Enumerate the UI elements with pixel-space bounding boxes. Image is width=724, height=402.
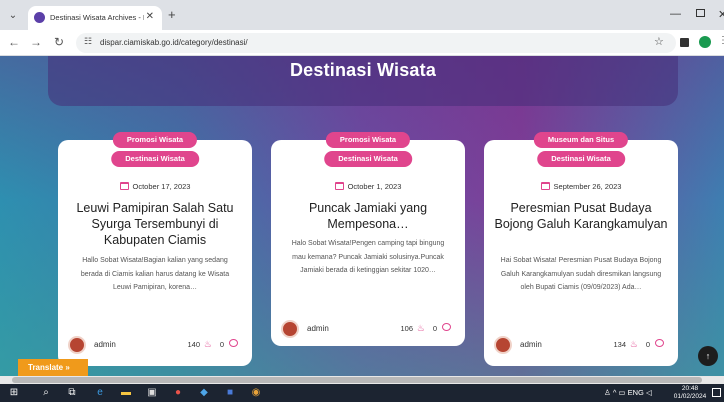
post-date-text: October 1, 2023: [347, 182, 402, 191]
tray-language[interactable]: ENG: [628, 388, 644, 397]
site-favicon-icon: [34, 12, 45, 23]
comment-icon[interactable]: [229, 339, 238, 347]
windows-start-icon[interactable]: ⊞: [8, 387, 20, 399]
more-icon[interactable]: ⋮: [718, 35, 724, 46]
search-icon[interactable]: ⌕: [40, 387, 52, 399]
post-footer: admin 140 ♨ 0: [68, 336, 242, 358]
view-count: 140: [187, 340, 200, 349]
avatar[interactable]: [68, 336, 86, 354]
tab-search-chevron-icon[interactable]: ⌄: [6, 9, 20, 23]
post-date: September 26, 2023: [484, 182, 678, 191]
post-date: October 17, 2023: [58, 182, 252, 191]
minimize-button[interactable]: —: [670, 8, 681, 20]
post-footer: admin 134 ♨ 0: [494, 336, 668, 358]
site-info-icon[interactable]: ☷: [84, 36, 92, 47]
task-view-icon[interactable]: ⧉: [66, 387, 78, 399]
browser-tab-strip: ⌄ Destinasi Wisata Archives - DIS ✕ + — …: [0, 0, 724, 30]
hero-banner: Destinasi Wisata: [48, 56, 678, 106]
taskbar: ⊞ ⌕ ⧉ e ▬ ▣ ● ◆ ■ ◉ ♙ ^ ▭ ENG ◁ 20:48 01…: [0, 384, 724, 402]
comment-count: 0: [432, 324, 437, 333]
calendar-icon: [119, 182, 129, 190]
reload-icon[interactable]: ↻: [54, 35, 64, 49]
comment-icon[interactable]: [442, 323, 451, 331]
page-title: Destinasi Wisata: [289, 60, 437, 80]
post-date: October 1, 2023: [271, 182, 465, 191]
category-badge[interactable]: Promosi Wisata: [112, 132, 198, 148]
post-date-text: October 17, 2023: [132, 182, 191, 191]
post-excerpt: Hallo Sobat Wisata!Bagian kalian yang se…: [80, 257, 230, 291]
tab-close-icon[interactable]: ✕: [146, 10, 154, 24]
post-title[interactable]: Peresmian Pusat Budaya Bojong Galuh Kara…: [494, 200, 668, 232]
word-icon[interactable]: ■: [224, 387, 236, 399]
restore-button[interactable]: [696, 9, 705, 17]
profile-icon[interactable]: [699, 36, 711, 48]
views-icon: ♨: [416, 323, 425, 333]
category-badge[interactable]: Promosi Wisata: [325, 132, 411, 148]
post-card-3[interactable]: Museum dan Situs Destinasi Wisata Septem…: [484, 132, 678, 366]
author-name[interactable]: admin: [307, 324, 329, 333]
category-badge[interactable]: Destinasi Wisata: [111, 151, 199, 167]
page-viewport: Destinasi Wisata Promosi Wisata Destinas…: [0, 56, 724, 376]
horizontal-scrollbar[interactable]: [0, 376, 724, 384]
post-card-1[interactable]: Promosi Wisata Destinasi Wisata October …: [58, 132, 252, 366]
tab-title: Destinasi Wisata Archives - DIS: [50, 13, 144, 22]
new-tab-button[interactable]: +: [168, 8, 176, 22]
comment-count: 0: [645, 340, 650, 349]
mail-icon[interactable]: ◆: [198, 387, 210, 399]
avatar[interactable]: [281, 320, 299, 338]
comment-count: 0: [219, 340, 224, 349]
post-date-text: September 26, 2023: [553, 182, 622, 191]
scrollbar-thumb[interactable]: [12, 377, 702, 383]
scroll-to-top-button[interactable]: ↑: [698, 346, 718, 366]
post-card-2[interactable]: Promosi Wisata Destinasi Wisata October …: [271, 132, 465, 346]
calendar-icon: [334, 182, 344, 190]
post-footer: admin 106 ♨ 0: [281, 320, 455, 342]
calendar-icon: [540, 182, 550, 190]
avatar[interactable]: [494, 336, 512, 354]
post-excerpt: Hai Sobat Wisata! Peresmian Pusat Budaya…: [500, 257, 662, 291]
app-icon[interactable]: ●: [172, 387, 184, 399]
category-badge[interactable]: Destinasi Wisata: [537, 151, 625, 167]
chrome-icon[interactable]: ◉: [250, 387, 262, 399]
comment-icon[interactable]: [655, 339, 664, 347]
author-name[interactable]: admin: [520, 340, 542, 349]
browser-toolbar: ← → ↻ ☷ dispar.ciamiskab.go.id/category/…: [0, 30, 724, 56]
category-badge[interactable]: Museum dan Situs: [533, 132, 629, 148]
system-tray[interactable]: ♙ ^ ▭ ENG ◁: [604, 388, 652, 397]
person-icon: ♙: [604, 388, 611, 397]
bookmark-star-icon[interactable]: ☆: [654, 35, 664, 48]
clock-time: 20:48: [681, 385, 699, 392]
views-icon: ♨: [203, 339, 212, 349]
file-explorer-icon[interactable]: ▬: [120, 387, 132, 399]
views-icon: ♨: [629, 339, 638, 349]
url-text[interactable]: dispar.ciamiskab.go.id/category/destinas…: [100, 37, 248, 49]
author-name[interactable]: admin: [94, 340, 116, 349]
category-badge[interactable]: Destinasi Wisata: [324, 151, 412, 167]
notification-icon[interactable]: [712, 388, 721, 397]
post-excerpt: Halo Sobat Wisata!Pengen camping tapi bi…: [291, 240, 445, 274]
view-count: 134: [613, 340, 626, 349]
back-icon[interactable]: ←: [8, 35, 20, 49]
store-icon[interactable]: ▣: [146, 387, 158, 399]
post-title[interactable]: Leuwi Pamipiran Salah Satu Syurga Tersem…: [68, 200, 242, 248]
translate-button[interactable]: Translate »: [18, 359, 88, 376]
address-bar[interactable]: ☷ dispar.ciamiskab.go.id/category/destin…: [76, 33, 676, 53]
browser-tab[interactable]: Destinasi Wisata Archives - DIS ✕: [28, 6, 162, 30]
close-window-button[interactable]: ✕: [718, 8, 724, 21]
extension-icon[interactable]: [680, 38, 689, 47]
edge-icon[interactable]: e: [94, 387, 106, 399]
taskbar-clock[interactable]: 20:48 01/02/2024: [672, 385, 708, 401]
post-title[interactable]: Puncak Jamiaki yang Mempesona…: [281, 200, 455, 232]
clock-date: 01/02/2024: [673, 393, 707, 400]
view-count: 106: [400, 324, 413, 333]
forward-icon[interactable]: →: [30, 35, 42, 49]
